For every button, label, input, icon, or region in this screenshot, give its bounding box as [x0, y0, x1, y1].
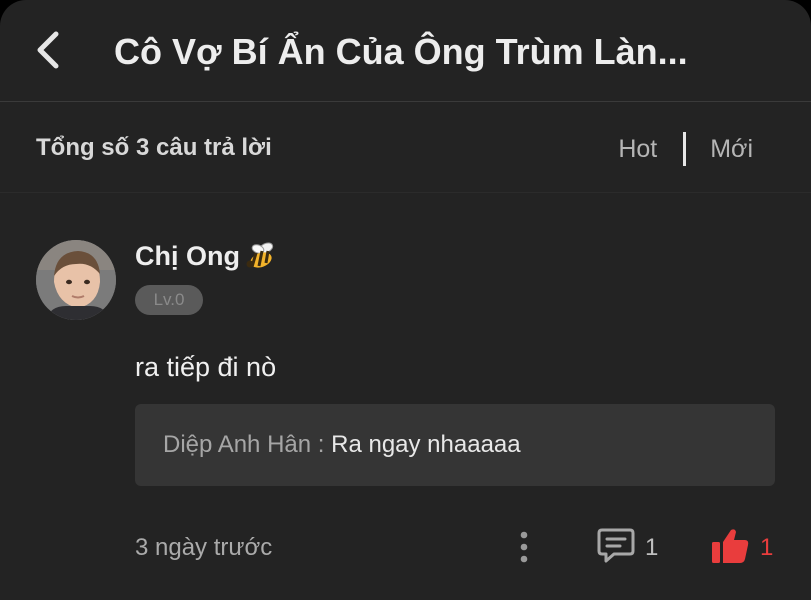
answer-count: Tổng số 3 câu trả lời	[36, 134, 272, 161]
reply-count: 1	[645, 534, 659, 561]
sort-divider	[683, 132, 687, 166]
like-button[interactable]	[710, 527, 750, 565]
answers-bar: Tổng số 3 câu trả lời Hot Mới	[0, 102, 811, 193]
comment-text: ra tiếp đi nò	[135, 352, 277, 382]
bee-icon	[246, 242, 274, 268]
level-badge: Lv.0	[135, 285, 203, 315]
comment-bubble-icon	[597, 528, 635, 563]
more-vertical-icon	[520, 531, 528, 563]
comment-timestamp: 3 ngày trước	[135, 534, 273, 561]
back-button[interactable]	[30, 26, 70, 74]
user-name-row[interactable]: Chị Ong	[135, 238, 278, 274]
like-count: 1	[760, 534, 774, 561]
sort-hot-tab[interactable]: Hot	[618, 133, 657, 165]
reply-line: Diệp Anh Hân : Ra ngay nhaaaaa	[163, 428, 521, 462]
reply-button[interactable]	[596, 526, 636, 566]
app-screen: Cô Vợ Bí Ẩn Của Ông Trùm Làn... Tổng số …	[0, 0, 811, 600]
sort-new-tab[interactable]: Mới	[710, 133, 753, 165]
header-bar: Cô Vợ Bí Ẩn Của Ông Trùm Làn...	[0, 0, 811, 102]
avatar-image	[36, 240, 116, 320]
thumbs-up-icon	[712, 529, 749, 563]
reply-text: Ra ngay nhaaaaa	[331, 431, 521, 458]
page-title: Cô Vợ Bí Ẩn Của Ông Trùm Làn...	[114, 31, 688, 72]
avatar[interactable]	[36, 240, 116, 320]
user-name: Chị Ong	[135, 241, 240, 271]
reply-author[interactable]: Diệp Anh Hân	[163, 431, 311, 458]
more-options-button[interactable]	[516, 530, 532, 564]
chevron-left-icon	[37, 31, 59, 69]
sort-tabs: Hot Mới	[618, 132, 753, 166]
reply-preview[interactable]: Diệp Anh Hân : Ra ngay nhaaaaa	[135, 404, 775, 486]
reply-separator: :	[311, 431, 332, 458]
